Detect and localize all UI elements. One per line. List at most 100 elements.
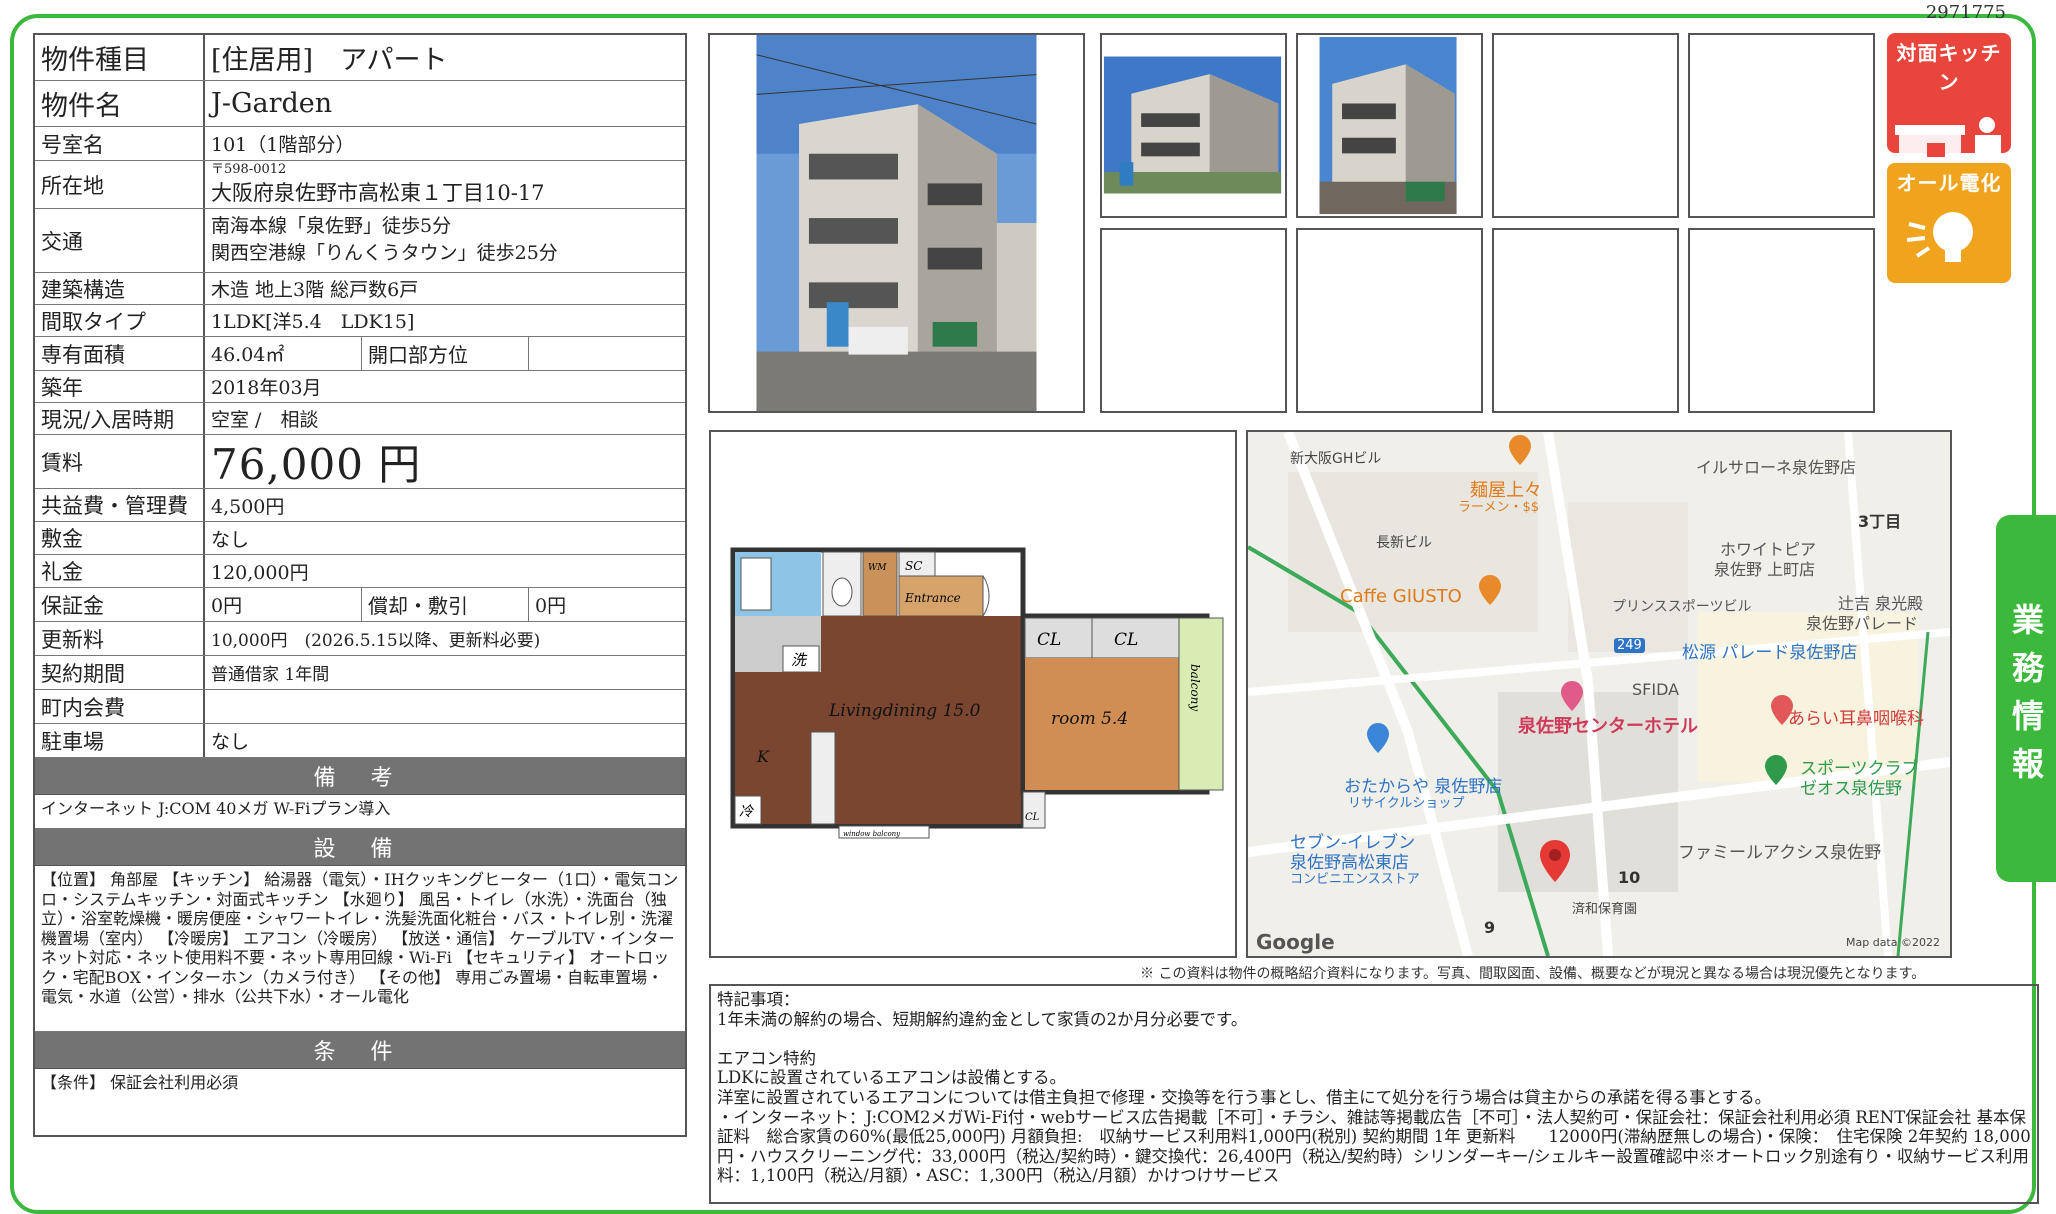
value-deposit: なし — [211, 528, 250, 551]
value-key-money: 120,000円 — [211, 561, 309, 584]
value-renewal: 10,000円 (2026.5.15以降、更新料必要) — [211, 631, 541, 651]
equipment-text: 【位置】 角部屋 【キッチン】 給湯器（電気）・IHクッキングヒーター（1口）・… — [41, 870, 679, 1006]
row-fee: 共益費・管理費 4,500円 — [35, 489, 685, 522]
transport-line-2: 関西空港線「りんくうタウン」徒歩25分 — [211, 242, 558, 264]
label-opening-direction: 開口部方位 — [361, 337, 529, 370]
thumbnail-4[interactable] — [1688, 33, 1875, 218]
badge-kitchen: 対面キッチン — [1887, 33, 2011, 165]
row-guarantee: 保証金 0円 償却・敷引 0円 — [35, 588, 685, 622]
value-status: 空室 / 相談 — [211, 409, 319, 431]
room-label: room 5.4 — [1051, 709, 1128, 729]
map-label: 済和保育園 — [1572, 902, 1638, 917]
label-layout: 間取タイプ — [35, 305, 205, 336]
value-contract: 普通借家 1年間 — [211, 665, 330, 685]
business-info-tab[interactable]: 業務情報 — [1996, 515, 2056, 882]
map-label: プリンススポーツビル — [1612, 599, 1752, 615]
thumbnail-3[interactable] — [1492, 33, 1679, 218]
row-community: 町内会費 — [35, 690, 685, 724]
value-fee: 4,500円 — [211, 495, 285, 518]
map-label: 3丁目 — [1858, 512, 1902, 531]
label-community: 町内会費 — [35, 690, 205, 723]
thumbnail-6[interactable] — [1296, 228, 1483, 413]
row-area: 専有面積 46.04㎡ 開口部方位 — [35, 337, 685, 371]
row-deposit: 敷金 なし — [35, 522, 685, 555]
google-logo: Google — [1256, 930, 1335, 954]
location-map[interactable]: 新大阪GHビル 麺屋上々 ラーメン・$$ イルサローネ泉佐野店 3丁目 長新ビル… — [1246, 430, 1952, 958]
remarks-title: 備 考 — [35, 758, 685, 795]
value-guarantee: 0円 — [211, 595, 243, 617]
label-type: 物件種目 — [35, 35, 205, 80]
value-structure: 木造 地上3階 総戸数6戸 — [211, 279, 419, 301]
building-photo — [1103, 56, 1282, 194]
map-label: 9 — [1484, 918, 1496, 937]
cafe-pin-icon — [1479, 575, 1501, 605]
map-label: あらい耳鼻咽喉科 — [1788, 709, 1924, 729]
map-label: ファミールアクシス泉佐野 — [1678, 843, 1882, 863]
map-label: 新大阪GHビル — [1290, 451, 1382, 467]
value-area: 46.04㎡ — [211, 344, 285, 366]
map-label: 泉佐野センターホテル — [1518, 716, 1698, 737]
disclaimer: ※ この資料は物件の概略紹介資料になります。写真、間取図面、設備、概要などが現況… — [1140, 966, 1926, 982]
label-guarantee: 保証金 — [35, 588, 205, 621]
row-built: 築年 2018年03月 — [35, 371, 685, 403]
label-amortization: 償却・敷引 — [361, 588, 529, 621]
row-contract: 契約期間 普通借家 1年間 — [35, 656, 685, 690]
entrance-label: Entrance — [904, 591, 961, 605]
map-label: SFIDA — [1632, 680, 1680, 699]
building-photo — [756, 35, 1037, 411]
special-notes: 特記事項： 1年未満の解約の場合、短期解約違約金として家賃の2か月分必要です。 … — [709, 984, 2039, 1204]
row-transport: 交通 南海本線「泉佐野」徒歩5分 関西空港線「りんくうタウン」徒歩25分 — [35, 209, 685, 273]
label-renewal: 更新料 — [35, 622, 205, 655]
map-label: 松源 パレード泉佐野店 — [1682, 643, 1858, 663]
label-room: 号室名 — [35, 127, 205, 160]
thumbnail-7[interactable] — [1492, 228, 1679, 413]
map-label: ゼオス泉佐野 — [1800, 779, 1902, 799]
closet-label-1: CL — [1037, 630, 1061, 650]
closet-label-3: CL — [1025, 812, 1040, 823]
thumbnail-5[interactable] — [1100, 228, 1287, 413]
thumbnail-1[interactable] — [1100, 33, 1287, 218]
map-label: コンビニエンスストア — [1290, 872, 1420, 887]
map-label: 泉佐野パレード — [1806, 614, 1919, 633]
thumbnail-8[interactable] — [1688, 228, 1875, 413]
label-key-money: 礼金 — [35, 555, 205, 587]
badge-electric-label: オール電化 — [1896, 171, 2002, 195]
label-parking: 駐車場 — [35, 724, 205, 757]
location-pin-icon — [1540, 840, 1570, 882]
thumbnail-2[interactable] — [1296, 33, 1483, 218]
label-contract: 契約期間 — [35, 656, 205, 689]
map-label: 249 — [1614, 638, 1645, 653]
row-status: 現況/入居時期 空室 / 相談 — [35, 403, 685, 435]
label-fee: 共益費・管理費 — [35, 489, 205, 521]
badge-electric: オール電化 — [1887, 163, 2011, 283]
map-attribution: Map data ©2022 — [1846, 936, 1940, 949]
balcony-label: balcony — [1188, 664, 1202, 711]
label-address: 所在地 — [35, 161, 205, 208]
floor-plan[interactable]: WM SC Entrance 洗 Livingdining 15.0 K 冷 C… — [709, 430, 1237, 958]
main-photo[interactable] — [708, 33, 1085, 413]
clinic-pin-icon — [1771, 695, 1793, 725]
value-name: J-Garden — [211, 88, 333, 119]
transport-line-1: 南海本線「泉佐野」徒歩5分 — [211, 215, 452, 237]
equipment-title: 設 備 — [35, 829, 685, 866]
row-rent: 賃料 76,000 円 — [35, 435, 685, 489]
label-built: 築年 — [35, 371, 205, 402]
label-status: 現況/入居時期 — [35, 403, 205, 434]
value-amortization: 0円 — [535, 595, 567, 617]
window-balcony-label: window balcony — [843, 830, 901, 838]
label-rent: 賃料 — [35, 435, 205, 488]
row-key-money: 礼金 120,000円 — [35, 555, 685, 588]
value-address: 大阪府泉佐野市高松東１丁目10-17 — [211, 181, 545, 205]
map-label: ラーメン・$$ — [1458, 500, 1540, 515]
building-photo — [1319, 36, 1457, 215]
label-deposit: 敷金 — [35, 522, 205, 554]
closet-label-2: CL — [1114, 630, 1138, 650]
value-rent: 76,000 円 — [211, 440, 422, 488]
value-parking: なし — [211, 731, 250, 753]
map-label: イルサローネ泉佐野店 — [1696, 458, 1857, 477]
value-layout: 1LDK[洋5.4 LDK15] — [211, 311, 415, 333]
wm-label: WM — [868, 563, 887, 573]
restaurant-pin-icon — [1509, 435, 1531, 465]
hotel-pin-icon — [1561, 681, 1583, 711]
shop-pin-icon — [1367, 723, 1389, 753]
